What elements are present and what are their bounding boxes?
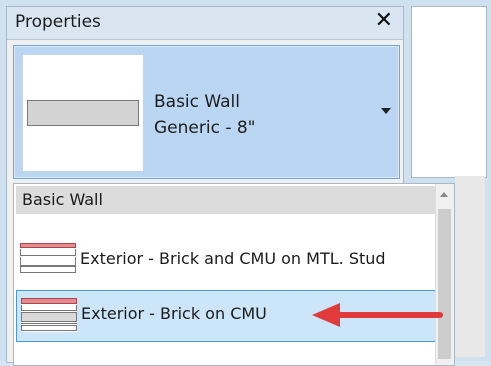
wall-layers-icon [20, 243, 76, 277]
scroll-thumb[interactable] [438, 209, 451, 359]
list-item-brick-cmu-mtl-stud[interactable]: Exterior - Brick and CMU on MTL. Stud [16, 236, 452, 284]
type-preview [22, 54, 144, 172]
selected-type-name: Generic - 8" [154, 118, 256, 138]
scroll-up-icon[interactable] [440, 192, 448, 197]
selected-family-name: Basic Wall [154, 92, 240, 112]
wall-layers-icon [21, 298, 77, 332]
arrow-left-icon [312, 303, 443, 327]
adjacent-strip [455, 176, 485, 357]
type-selector[interactable]: Basic Wall Generic - 8" [13, 45, 400, 179]
group-header-label: Basic Wall [22, 190, 103, 209]
panel-title: Properties [15, 12, 101, 32]
type-dropdown-list: Basic Wall Exterior - Brick and CMU on M… [13, 183, 455, 366]
triangle-down-icon[interactable] [381, 108, 391, 114]
wall-preview-swatch [27, 100, 139, 126]
list-item-label: Exterior - Brick on CMU [81, 304, 267, 323]
close-icon[interactable]: ✕ [375, 9, 393, 33]
group-header: Basic Wall [16, 186, 454, 214]
adjacent-pane [411, 6, 487, 178]
list-item-label: Exterior - Brick and CMU on MTL. Stud [80, 249, 386, 268]
properties-titlebar: Properties ✕ [7, 7, 403, 40]
vertical-scrollbar[interactable] [435, 184, 454, 365]
